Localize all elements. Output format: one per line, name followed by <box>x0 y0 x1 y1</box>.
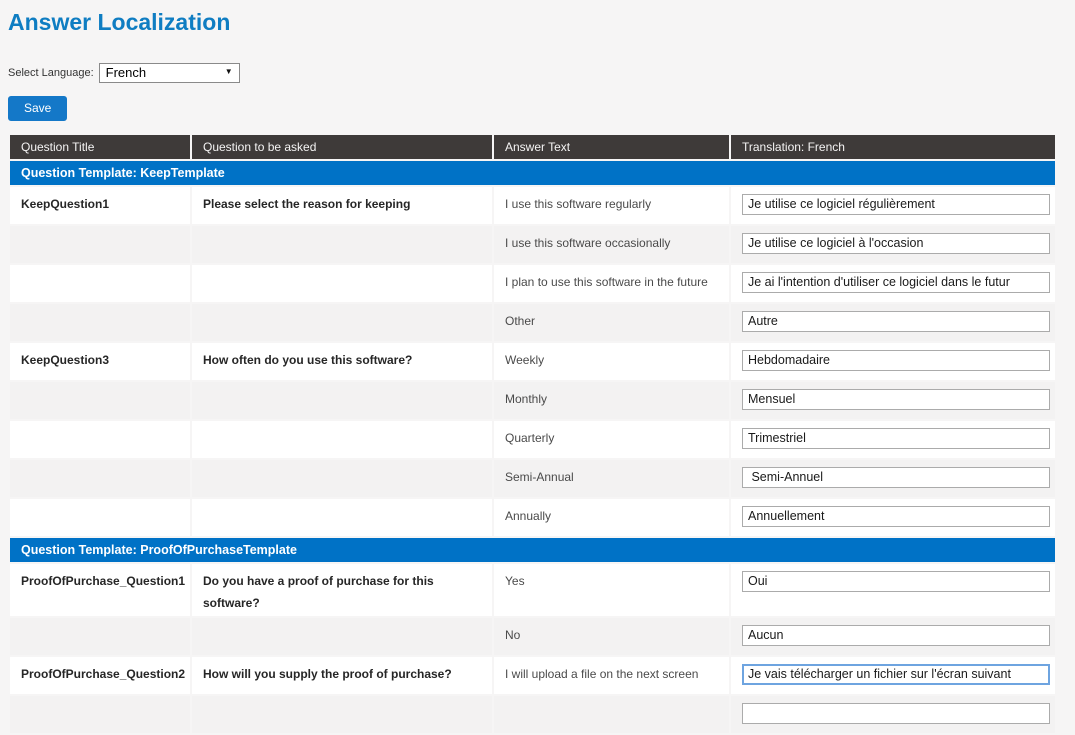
answer-localization-page: Answer Localization Select Language: Fre… <box>0 9 1075 735</box>
translation-input[interactable] <box>742 272 1050 293</box>
answer-text-cell <box>494 696 729 733</box>
translation-input[interactable] <box>742 467 1050 488</box>
table-row: ProofOfPurchase_Question1Do you have a p… <box>10 564 1055 616</box>
question-text-cell: Please select the reason for keeping <box>192 187 492 224</box>
column-header-question-to-be-asked: Question to be asked <box>192 135 492 159</box>
question-text-cell <box>192 460 492 497</box>
question-title-cell: ProofOfPurchase_Question1 <box>10 564 190 616</box>
question-text-cell: How will you supply the proof of purchas… <box>192 657 492 694</box>
table-row <box>10 696 1055 733</box>
translation-cell <box>731 226 1055 263</box>
column-header-translation: Translation: French <box>731 135 1055 159</box>
language-select-label: Select Language: <box>8 67 94 79</box>
translation-input[interactable] <box>742 703 1050 724</box>
section-header-label: Question Template: KeepTemplate <box>10 161 1055 185</box>
answers-table-body: Question Template: KeepTemplateKeepQuest… <box>10 161 1055 733</box>
table-header-row: Question Title Question to be asked Answ… <box>10 135 1055 159</box>
language-selector-row: Select Language: French ▼ <box>8 63 1075 83</box>
question-title-cell <box>10 304 190 341</box>
question-title-cell: ProofOfPurchase_Question2 <box>10 657 190 694</box>
language-select[interactable]: French <box>99 63 240 83</box>
question-title-cell <box>10 499 190 536</box>
question-text-cell: Do you have a proof of purchase for this… <box>192 564 492 616</box>
question-title-cell <box>10 382 190 419</box>
question-title-cell: KeepQuestion1 <box>10 187 190 224</box>
translation-input[interactable] <box>742 311 1050 332</box>
translation-input[interactable] <box>742 194 1050 215</box>
answer-text-cell: Quarterly <box>494 421 729 458</box>
table-row: No <box>10 618 1055 655</box>
answer-text-cell: Yes <box>494 564 729 616</box>
translation-input[interactable] <box>742 233 1050 254</box>
table-row: Semi-Annual <box>10 460 1055 497</box>
language-select-wrap: French ▼ <box>99 63 240 83</box>
question-title-cell <box>10 460 190 497</box>
translation-cell <box>731 343 1055 380</box>
answer-text-cell: I use this software regularly <box>494 187 729 224</box>
answer-text-cell: I will upload a file on the next screen <box>494 657 729 694</box>
question-title-cell <box>10 421 190 458</box>
table-row: Annually <box>10 499 1055 536</box>
translation-cell <box>731 696 1055 733</box>
translation-cell <box>731 499 1055 536</box>
save-button[interactable]: Save <box>8 96 67 121</box>
table-row: I plan to use this software in the futur… <box>10 265 1055 302</box>
translation-cell <box>731 618 1055 655</box>
answer-text-cell: I use this software occasionally <box>494 226 729 263</box>
answers-table: Question Title Question to be asked Answ… <box>8 133 1057 735</box>
section-header-row: Question Template: KeepTemplate <box>10 161 1055 185</box>
translation-cell <box>731 382 1055 419</box>
table-row: KeepQuestion3How often do you use this s… <box>10 343 1055 380</box>
translation-cell <box>731 421 1055 458</box>
section-header-row: Question Template: ProofOfPurchaseTempla… <box>10 538 1055 562</box>
answer-text-cell: Semi-Annual <box>494 460 729 497</box>
question-title-cell <box>10 265 190 302</box>
question-text-cell <box>192 304 492 341</box>
translation-input[interactable] <box>742 625 1050 646</box>
question-text-cell <box>192 618 492 655</box>
section-header-label: Question Template: ProofOfPurchaseTempla… <box>10 538 1055 562</box>
question-text-cell: How often do you use this software? <box>192 343 492 380</box>
translation-input[interactable] <box>742 389 1050 410</box>
question-text-cell <box>192 226 492 263</box>
question-text-cell <box>192 696 492 733</box>
question-text-cell <box>192 382 492 419</box>
translation-cell <box>731 187 1055 224</box>
answer-text-cell: Annually <box>494 499 729 536</box>
question-title-cell <box>10 696 190 733</box>
table-row: ProofOfPurchase_Question2How will you su… <box>10 657 1055 694</box>
question-text-cell <box>192 265 492 302</box>
translation-cell <box>731 304 1055 341</box>
translation-input[interactable] <box>742 664 1050 685</box>
table-row: I use this software occasionally <box>10 226 1055 263</box>
translation-cell <box>731 657 1055 694</box>
answer-text-cell: Monthly <box>494 382 729 419</box>
translation-input[interactable] <box>742 428 1050 449</box>
table-row: Monthly <box>10 382 1055 419</box>
answer-text-cell: No <box>494 618 729 655</box>
answer-text-cell: Weekly <box>494 343 729 380</box>
column-header-answer-text: Answer Text <box>494 135 729 159</box>
page-title: Answer Localization <box>8 9 1075 36</box>
translation-input[interactable] <box>742 350 1050 371</box>
translation-input[interactable] <box>742 506 1050 527</box>
table-row: KeepQuestion1Please select the reason fo… <box>10 187 1055 224</box>
question-text-cell <box>192 499 492 536</box>
table-row: Quarterly <box>10 421 1055 458</box>
translation-cell <box>731 564 1055 616</box>
question-title-cell <box>10 618 190 655</box>
question-text-cell <box>192 421 492 458</box>
question-title-cell <box>10 226 190 263</box>
translation-input[interactable] <box>742 571 1050 592</box>
question-title-cell: KeepQuestion3 <box>10 343 190 380</box>
table-row: Other <box>10 304 1055 341</box>
translation-cell <box>731 265 1055 302</box>
answer-text-cell: Other <box>494 304 729 341</box>
translation-cell <box>731 460 1055 497</box>
column-header-question-title: Question Title <box>10 135 190 159</box>
answer-text-cell: I plan to use this software in the futur… <box>494 265 729 302</box>
